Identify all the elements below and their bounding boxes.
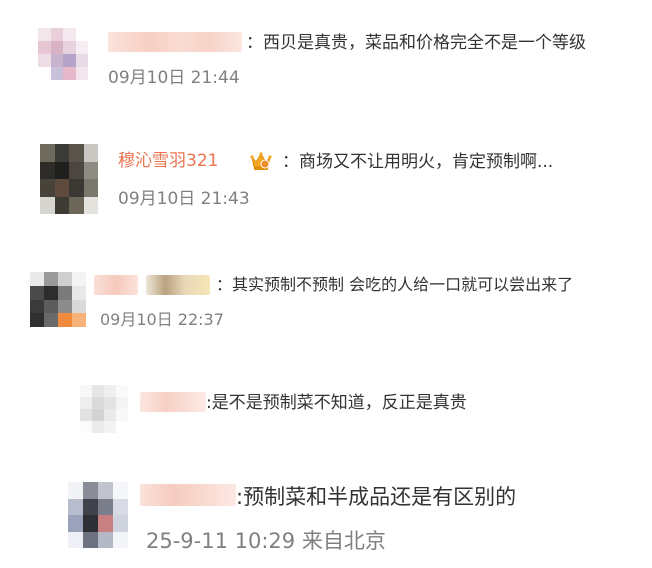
comment-text: :预制菜和半成品还是有区别的 bbox=[236, 485, 517, 509]
blurred-username[interactable] bbox=[140, 484, 236, 506]
avatar[interactable] bbox=[38, 28, 88, 80]
comment-item: 穆沁雪羽321 ：商场又不让用明火，肯定预制啊... 09月10日 21:43 bbox=[0, 110, 652, 225]
avatar[interactable] bbox=[80, 385, 128, 433]
comment-timestamp: 09月10日 21:44 bbox=[108, 68, 240, 88]
comment-author[interactable]: 穆沁雪羽321 bbox=[118, 150, 218, 172]
comment-text: ：西贝是真贵，菜品和价格完全不是一个等级 bbox=[246, 33, 586, 53]
comment-text: :是不是预制菜不知道，反正是真贵 bbox=[206, 393, 467, 413]
avatar[interactable] bbox=[30, 272, 86, 327]
blurred-username[interactable] bbox=[108, 32, 242, 52]
comment-item: ：西贝是真贵，菜品和价格完全不是一个等级 09月10日 21:44 bbox=[0, 0, 652, 110]
comment-timestamp: 09月10日 22:37 bbox=[100, 310, 224, 329]
comment-text: ：商场又不让用明火，肯定预制啊... bbox=[282, 152, 554, 172]
comment-item: :是不是预制菜不知道，反正是真贵 bbox=[0, 355, 652, 455]
vip-crown-icon bbox=[250, 151, 272, 171]
comment-item: ：其实预制不预制 会吃的人给一口就可以尝出来了 09月10日 22:37 bbox=[0, 225, 652, 355]
avatar[interactable] bbox=[40, 144, 98, 214]
comment-timestamp: 09月10日 21:43 bbox=[118, 189, 250, 209]
blurred-username[interactable] bbox=[146, 275, 210, 295]
blurred-username[interactable] bbox=[94, 275, 138, 295]
comment-text: ：其实预制不预制 会吃的人给一口就可以尝出来了 bbox=[216, 275, 574, 294]
blurred-username[interactable] bbox=[140, 392, 206, 412]
comment-timestamp: 25-9-11 10:29 来自北京 bbox=[146, 529, 386, 553]
comment-item: :预制菜和半成品还是有区别的 25-9-11 10:29 来自北京 bbox=[0, 455, 652, 568]
avatar[interactable] bbox=[68, 482, 128, 548]
